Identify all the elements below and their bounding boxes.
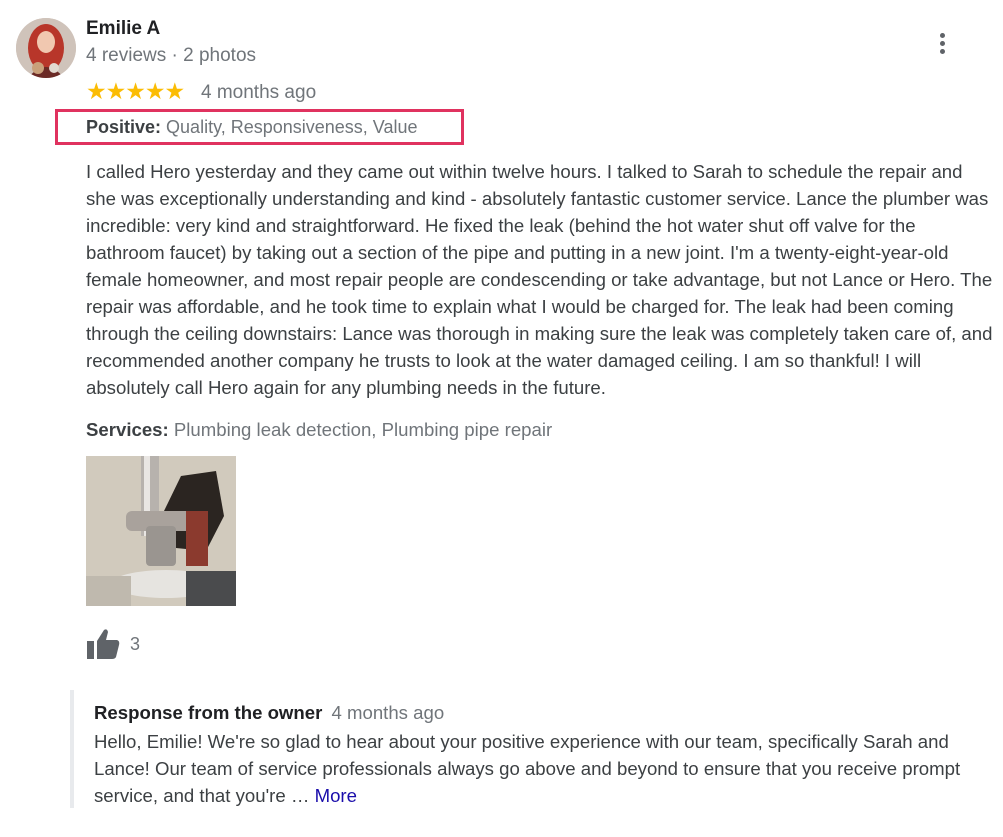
services-line: Services: Plumbing leak detection, Plumb… <box>86 419 552 441</box>
owner-response-title: Response from the owner <box>94 702 323 723</box>
positive-label: Positive: <box>86 117 162 137</box>
owner-response-body: Hello, Emilie! We're so glad to hear abo… <box>94 728 989 809</box>
reviewer-name[interactable]: Emilie A <box>86 18 160 40</box>
positive-attributes: Positive: Quality, Responsiveness, Value <box>86 117 418 138</box>
review-text: I called Hero yesterday and they came ou… <box>86 161 993 398</box>
owner-response-text: Hello, Emilie! We're so glad to hear abo… <box>94 731 961 806</box>
more-link[interactable]: More <box>315 785 357 806</box>
avatar-image <box>16 18 76 78</box>
more-options-icon[interactable] <box>930 30 954 60</box>
reviewer-avatar[interactable] <box>16 18 76 78</box>
services-value: Plumbing leak detection, Plumbing pipe r… <box>173 419 553 440</box>
thumbs-up-icon <box>87 629 120 659</box>
owner-response-time: 4 months ago <box>331 702 445 723</box>
positive-value: Quality, Responsiveness, Value <box>166 117 418 137</box>
services-label: Services: <box>86 419 169 440</box>
review-photo[interactable] <box>86 456 236 606</box>
like-count: 3 <box>130 633 141 654</box>
owner-response: Response from the owner 4 months ago Hel… <box>70 690 994 808</box>
star-rating: ★★★★★ <box>86 78 185 104</box>
reviewer-meta: 4 reviews · 2 photos <box>86 45 257 66</box>
pipe-repair-photo-icon <box>86 456 236 606</box>
review-time: 4 months ago <box>201 82 317 103</box>
like-button[interactable]: 3 <box>86 628 140 660</box>
owner-response-header: Response from the owner 4 months ago <box>94 702 444 724</box>
